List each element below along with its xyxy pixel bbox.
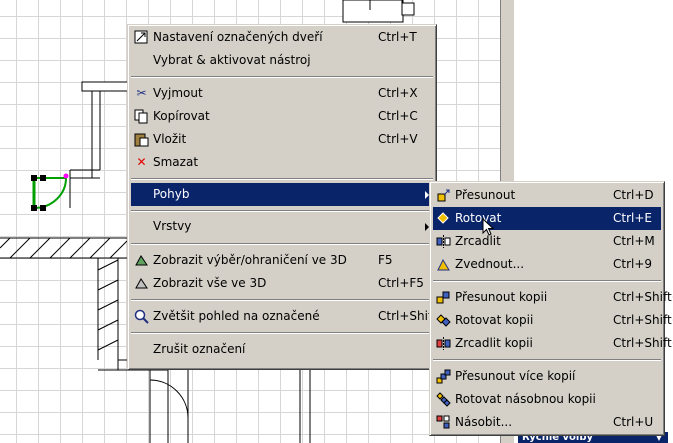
- submenu-item-rotate[interactable]: Rotovat Ctrl+E: [433, 207, 661, 230]
- multi-move-icon: [436, 369, 451, 384]
- delete-x-icon: ✕: [136, 155, 147, 169]
- menu-item-delete[interactable]: ✕ Smazat: [131, 151, 433, 174]
- menu-item-layers-submenu[interactable]: Vrstvy: [131, 215, 433, 238]
- paste-icon: [134, 132, 149, 147]
- menu-separator: [433, 359, 661, 361]
- menu-item-paste[interactable]: Vložit Ctrl+V: [131, 128, 433, 151]
- menu-separator: [131, 178, 433, 180]
- mirror-icon: [436, 234, 451, 249]
- show-selection-3d-icon: [134, 253, 149, 268]
- submenu-item-multi-rotate[interactable]: Rotovat násobnou kopii: [433, 388, 661, 411]
- menu-item-move-submenu[interactable]: Pohyb: [131, 183, 433, 206]
- menu-item-show-all-3d[interactable]: Zobrazit vše ve 3D Ctrl+F5: [131, 272, 433, 295]
- submenu-item-multiply[interactable]: Násobit... Ctrl+U: [433, 411, 661, 434]
- mirror-copy-icon: [436, 336, 451, 351]
- move-submenu: Přesunout Ctrl+D Rotovat Ctrl+E Zrcadlit…: [429, 181, 673, 436]
- selected-door: [31, 173, 69, 211]
- menu-separator: [433, 280, 661, 282]
- menu-separator: [131, 76, 433, 78]
- submenu-item-mirror-copy[interactable]: Zrcadlit kopii Ctrl+Shift+M: [433, 332, 673, 355]
- submenu-item-mirror[interactable]: Zrcadlit Ctrl+M: [433, 230, 661, 253]
- menu-separator: [131, 332, 433, 334]
- submenu-item-rotate-copy[interactable]: Rotovat kopii Ctrl+Shift+E: [433, 309, 673, 332]
- menu-item-cut[interactable]: ✂ Vyjmout Ctrl+X: [131, 82, 433, 105]
- multi-rotate-icon: [436, 392, 451, 407]
- menu-separator: [131, 299, 433, 301]
- menu-item-zoom-to-selection[interactable]: Zvětšit pohled na označené Ctrl+Shift+': [131, 305, 450, 328]
- rotate-icon: [436, 211, 451, 226]
- multiply-icon: [436, 415, 451, 430]
- submenu-item-move-copy[interactable]: Přesunout kopii Ctrl+Shift+D: [433, 286, 673, 309]
- submenu-item-multi-move[interactable]: Přesunout více kopií: [433, 365, 661, 388]
- elevate-icon: [436, 257, 451, 272]
- submenu-item-move[interactable]: Přesunout Ctrl+D: [433, 184, 661, 207]
- context-menu: Nastavení označených dveří Ctrl+T Vybrat…: [127, 24, 450, 370]
- menu-item-door-settings[interactable]: Nastavení označených dveří Ctrl+T: [131, 26, 433, 49]
- move-icon: [436, 188, 451, 203]
- menu-item-select-activate-tool[interactable]: Vybrat & aktivovat nástroj: [131, 49, 433, 72]
- door-settings-icon: [134, 30, 149, 45]
- move-copy-icon: [436, 290, 451, 305]
- menu-separator: [131, 243, 433, 245]
- show-all-3d-icon: [134, 276, 149, 291]
- submenu-item-elevate[interactable]: Zvednout... Ctrl+9: [433, 253, 661, 276]
- zoom-icon: [134, 309, 149, 324]
- scissors-icon: ✂: [136, 86, 147, 100]
- menu-item-copy[interactable]: Kopírovat Ctrl+C: [131, 105, 433, 128]
- menu-item-deselect[interactable]: Zrušit označení: [131, 338, 433, 361]
- mouse-pointer-icon: [482, 218, 495, 236]
- rotate-copy-icon: [436, 313, 451, 328]
- menu-item-show-selection-3d[interactable]: Zobrazit výběr/ohraničení ve 3D F5: [131, 249, 433, 272]
- copy-icon: [134, 109, 149, 124]
- menu-separator: [131, 210, 433, 212]
